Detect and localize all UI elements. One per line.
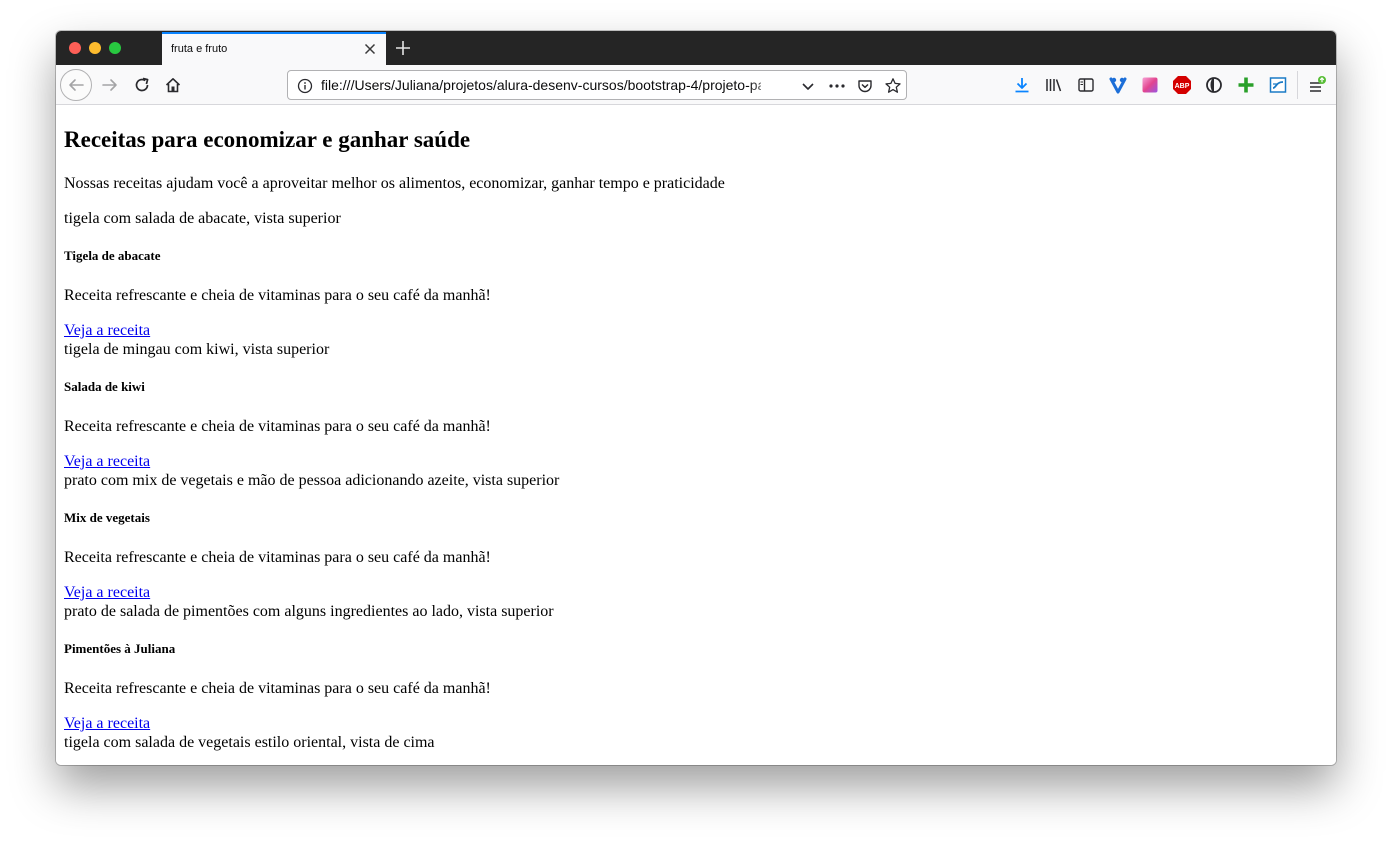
see-recipe-link[interactable]: Veja a receita <box>64 452 1328 471</box>
image-alt-text: tigela com salada de vegetais estilo ori… <box>64 734 435 751</box>
page-content: Receitas para economizar e ganhar saúde … <box>56 105 1336 765</box>
window-maximize-button[interactable] <box>109 42 121 54</box>
vivaldi-extension-icon[interactable] <box>1108 75 1128 95</box>
tab-close-icon[interactable] <box>362 41 378 57</box>
info-icon[interactable] <box>296 77 314 95</box>
image-alt-text: tigela de mingau com kiwi, vista superio… <box>64 341 330 358</box>
card-title: Tigela de abacate <box>64 248 161 263</box>
sidebar-icon[interactable] <box>1076 75 1096 95</box>
toolbar-separator <box>1297 71 1298 99</box>
card-text: Receita refrescante e cheia de vitaminas… <box>64 287 491 304</box>
pocket-icon[interactable] <box>856 77 874 95</box>
reload-icon[interactable] <box>126 69 158 101</box>
green-plus-icon[interactable] <box>1236 75 1256 95</box>
image-alt-text: prato de salada de pimentões com alguns … <box>64 603 554 620</box>
url-bar[interactable]: file:///Users/Juliana/projetos/alura-des… <box>287 70 907 100</box>
browser-window: fruta e fruto file:///Users/Juliana/proj… <box>56 31 1336 765</box>
page-intro: Nossas receitas ajudam você a aproveitar… <box>64 175 725 192</box>
home-icon[interactable] <box>157 69 189 101</box>
see-recipe-link[interactable]: Veja a receita <box>64 714 1328 733</box>
image-alt-text: tigela com salada de abacate, vista supe… <box>64 210 341 227</box>
card-title: Pimentões à Juliana <box>64 641 176 656</box>
recipe-card: Salada de kiwi Receita refrescante e che… <box>64 379 1328 490</box>
bookmark-star-icon[interactable] <box>884 77 902 95</box>
window-minimize-button[interactable] <box>89 42 101 54</box>
recipe-card: Pimentões à Juliana Receita refrescante … <box>64 641 1328 752</box>
card-text: Receita refrescante e cheia de vitaminas… <box>64 418 491 435</box>
card-text: Receita refrescante e cheia de vitaminas… <box>64 549 491 566</box>
adblock-plus-icon[interactable]: ABP <box>1172 75 1192 95</box>
recipe-card: Mix de vegetais Receita refrescante e ch… <box>64 510 1328 621</box>
more-icon[interactable] <box>828 77 846 95</box>
url-text[interactable]: file:///Users/Juliana/projetos/alura-des… <box>321 77 761 93</box>
new-tab-icon[interactable] <box>394 39 412 57</box>
card-title: Salada de kiwi <box>64 379 145 394</box>
ghostery-icon[interactable] <box>1204 75 1224 95</box>
card-text: Receita refrescante e cheia de vitaminas… <box>64 680 491 697</box>
gradient-extension-icon[interactable] <box>1140 75 1160 95</box>
tab-active[interactable]: fruta e fruto <box>162 32 386 65</box>
window-close-button[interactable] <box>69 42 81 54</box>
dropdown-icon[interactable] <box>799 77 817 95</box>
adblock-label: ABP <box>1175 83 1190 90</box>
menu-icon[interactable] <box>1307 75 1327 95</box>
tab-title: fruta e fruto <box>171 43 228 55</box>
see-recipe-link[interactable]: Veja a receita <box>64 321 1328 340</box>
image-alt-text: prato com mix de vegetais e mão de pesso… <box>64 472 560 489</box>
see-recipe-link[interactable]: Veja a receita <box>64 583 1328 602</box>
page-body: Receitas para economizar e ganhar saúde … <box>56 126 1336 752</box>
download-icon[interactable] <box>1012 75 1032 95</box>
card-title: Mix de vegetais <box>64 510 150 525</box>
url-fade <box>748 73 782 97</box>
forward-icon[interactable] <box>94 69 126 101</box>
screenshot-icon[interactable] <box>1268 75 1288 95</box>
navigation-toolbar: file:///Users/Juliana/projetos/alura-des… <box>56 65 1336 105</box>
library-icon[interactable] <box>1044 75 1064 95</box>
tab-strip: fruta e fruto <box>56 31 1336 65</box>
page-title: Receitas para economizar e ganhar saúde <box>64 127 471 152</box>
recipe-card: Tigela de abacate Receita refrescante e … <box>64 248 1328 359</box>
back-icon[interactable] <box>60 69 92 101</box>
